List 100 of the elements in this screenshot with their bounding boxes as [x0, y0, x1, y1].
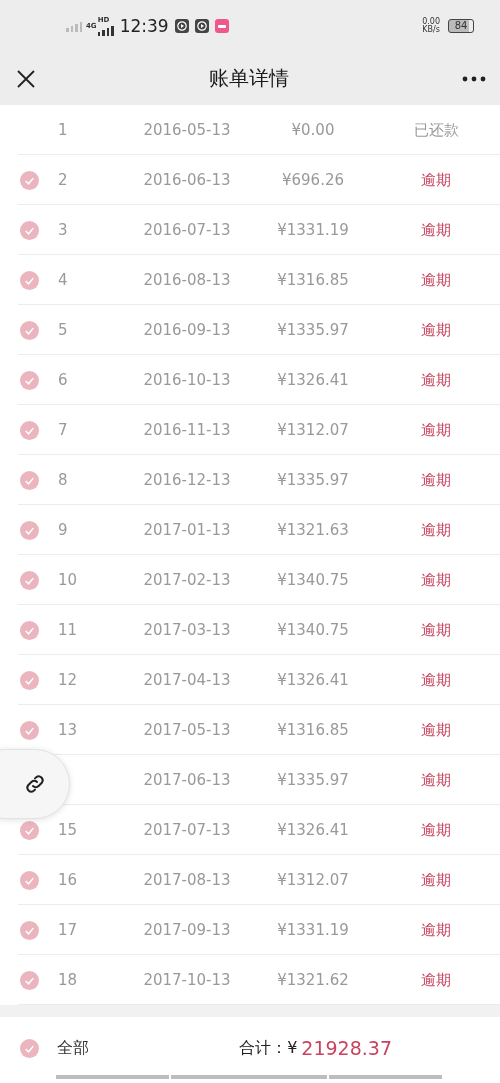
checkbox[interactable] — [20, 670, 39, 690]
due-date: 2017-10-13 — [143, 971, 231, 989]
due-date: 2017-05-13 — [143, 721, 231, 739]
due-date: 2016-10-13 — [143, 371, 231, 389]
checkbox[interactable] — [20, 570, 39, 590]
app-icon — [214, 19, 229, 33]
amount: ¥696.26 — [282, 171, 344, 189]
select-all-checkbox[interactable] — [20, 1038, 39, 1058]
row-number: 15 — [57, 821, 79, 839]
row-number: 8 — [57, 471, 69, 489]
status-label: 逾期 — [421, 470, 451, 490]
due-date: 2016-08-13 — [143, 271, 231, 289]
amount: ¥0.00 — [291, 121, 335, 139]
status-label: 逾期 — [421, 920, 451, 940]
due-date: 2017-01-13 — [143, 521, 231, 539]
status-label: 逾期 — [421, 170, 451, 190]
checkbox[interactable] — [20, 320, 39, 340]
amount: ¥1335.97 — [277, 321, 349, 339]
checkbox[interactable] — [20, 420, 39, 440]
amount: ¥1326.41 — [277, 671, 349, 689]
checkbox[interactable] — [20, 920, 39, 940]
status-label: 逾期 — [421, 970, 451, 990]
page-title: 账单详情 — [209, 65, 289, 92]
due-date: 2017-07-13 — [143, 821, 231, 839]
checkbox[interactable] — [20, 470, 39, 490]
row-number: 7 — [57, 421, 69, 439]
due-date: 2016-07-13 — [143, 221, 231, 239]
status-label: 逾期 — [421, 320, 451, 340]
row-number: 4 — [57, 271, 69, 289]
checkbox[interactable] — [20, 820, 39, 840]
row-number: 11 — [57, 621, 79, 639]
status-label: 已还款 — [413, 120, 459, 140]
due-date: 2016-06-13 — [143, 171, 231, 189]
row-number: 17 — [57, 921, 79, 939]
status-label: 逾期 — [421, 720, 451, 740]
status-label: 逾期 — [421, 770, 451, 790]
floating-link-button[interactable] — [0, 749, 70, 819]
total-label: 合计：¥ — [239, 1037, 298, 1059]
amount: ¥1321.63 — [277, 521, 349, 539]
due-date: 2016-11-13 — [143, 421, 231, 439]
row-number: 6 — [57, 371, 69, 389]
clock-time: 12:39 — [119, 16, 169, 36]
checkbox[interactable] — [20, 520, 39, 540]
row-number: 9 — [57, 521, 69, 539]
amount: ¥1326.41 — [277, 371, 349, 389]
speed-value: 0.00 — [422, 18, 440, 26]
status-label: 逾期 — [421, 870, 451, 890]
due-date: 2017-06-13 — [143, 771, 231, 789]
link-icon — [23, 772, 47, 796]
due-date: 2017-04-13 — [143, 671, 231, 689]
due-date: 2017-09-13 — [143, 921, 231, 939]
amount: ¥1331.19 — [277, 921, 349, 939]
checkbox[interactable] — [20, 270, 39, 290]
amount: ¥1316.85 — [277, 271, 349, 289]
checkbox[interactable] — [20, 870, 39, 890]
status-label: 逾期 — [421, 270, 451, 290]
row-number: 12 — [57, 671, 79, 689]
status-label: 逾期 — [421, 820, 451, 840]
status-label: 逾期 — [421, 420, 451, 440]
row-number: 13 — [57, 721, 79, 739]
amount: ¥1340.75 — [277, 571, 349, 589]
checkbox[interactable] — [20, 720, 39, 740]
amount: ¥1340.75 — [277, 621, 349, 639]
due-date: 2016-05-13 — [143, 121, 231, 139]
amount: ¥1312.07 — [277, 421, 349, 439]
amount: ¥1335.97 — [277, 471, 349, 489]
row-number: 2 — [57, 171, 69, 189]
row-number: 1 — [57, 121, 69, 139]
checkbox[interactable] — [20, 170, 39, 190]
amount: ¥1335.97 — [277, 771, 349, 789]
status-label: 逾期 — [421, 670, 451, 690]
status-label: 逾期 — [421, 220, 451, 240]
more-icon[interactable] — [462, 75, 486, 82]
total-amount: 21928.37 — [301, 1037, 392, 1059]
play-icon — [174, 19, 189, 33]
checkbox[interactable] — [20, 370, 39, 390]
row-number: 16 — [57, 871, 79, 889]
signal-icon — [97, 23, 114, 36]
amount: ¥1321.62 — [277, 971, 349, 989]
select-all-label[interactable]: 全部 — [57, 1037, 89, 1059]
play-icon — [194, 19, 209, 33]
checkbox[interactable] — [20, 620, 39, 640]
status-label: 逾期 — [421, 370, 451, 390]
row-number: 3 — [57, 221, 69, 239]
due-date: 2017-02-13 — [143, 571, 231, 589]
due-date: 2016-12-13 — [143, 471, 231, 489]
due-date: 2016-09-13 — [143, 321, 231, 339]
amount: ¥1312.07 — [277, 871, 349, 889]
status-label: 逾期 — [421, 520, 451, 540]
status-label: 逾期 — [421, 620, 451, 640]
checkbox[interactable] — [20, 220, 39, 240]
due-date: 2017-03-13 — [143, 621, 231, 639]
amount: ¥1316.85 — [277, 721, 349, 739]
amount: ¥1326.41 — [277, 821, 349, 839]
battery-level: 84 — [448, 19, 474, 33]
row-number: 18 — [57, 971, 79, 989]
due-date: 2017-08-13 — [143, 871, 231, 889]
row-number: 5 — [57, 321, 69, 339]
close-icon[interactable] — [16, 68, 36, 89]
checkbox[interactable] — [20, 970, 39, 990]
